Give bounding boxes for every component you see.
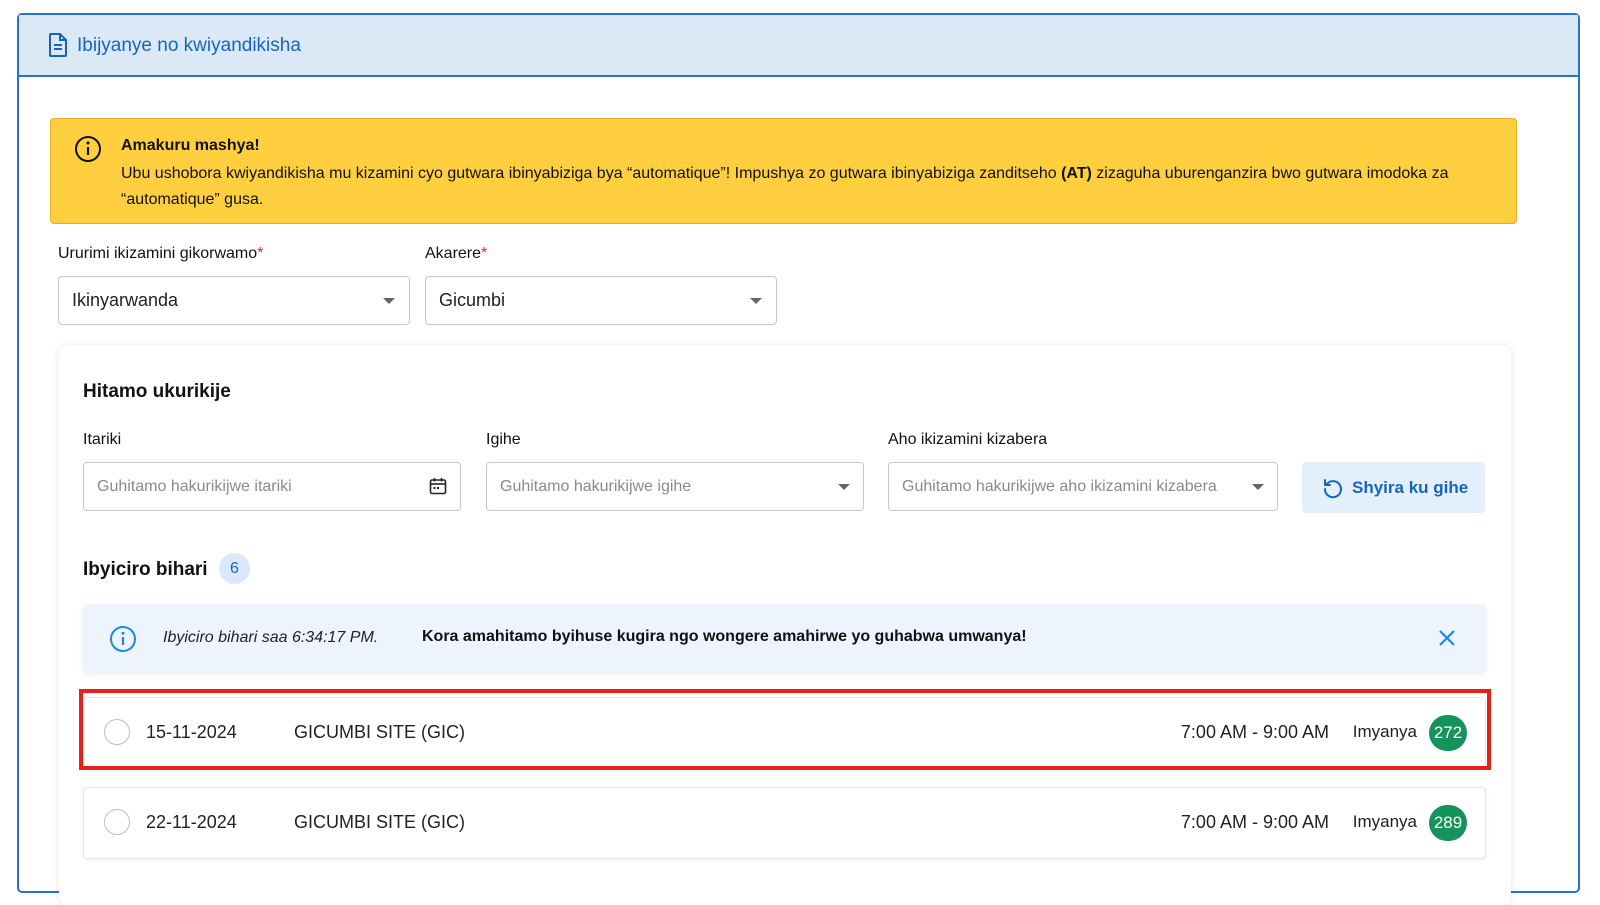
slot-radio[interactable] bbox=[104, 809, 130, 835]
alert-body: Ubu ushobora kwiyandikisha mu kizamini c… bbox=[121, 161, 1491, 213]
slot-option[interactable]: 22-11-2024 GICUMBI SITE (GIC) 7:00 AM - … bbox=[83, 787, 1486, 859]
time-filter-label: Igihe bbox=[486, 431, 521, 448]
slots-count-badge: 6 bbox=[219, 553, 250, 584]
location-filter-label: Aho ikizamini kizabera bbox=[888, 431, 1048, 448]
language-select[interactable]: Ikinyarwanda bbox=[58, 276, 410, 325]
location-filter-placeholder: Guhitamo hakurikijwe aho ikizamini kizab… bbox=[902, 478, 1217, 495]
language-value: Ikinyarwanda bbox=[72, 290, 179, 310]
slots-updated-text: Ibyiciro bihari saa 6:34:17 PM. bbox=[163, 629, 379, 646]
slot-date: 22-11-2024 bbox=[146, 812, 237, 832]
chevron-down-icon bbox=[1252, 484, 1264, 490]
reset-button[interactable]: Shyira ku gihe bbox=[1302, 462, 1485, 513]
language-label-text: Ururimi ikizamini gikorwamo bbox=[58, 245, 258, 262]
location-filter-select[interactable]: Guhitamo hakurikijwe aho ikizamini kizab… bbox=[888, 462, 1278, 511]
seats-count-badge: 289 bbox=[1429, 805, 1467, 841]
required-mark: * bbox=[257, 245, 264, 262]
slot-time: 7:00 AM - 9:00 AM bbox=[1180, 722, 1329, 742]
seats-label: Imyanya bbox=[1352, 812, 1417, 831]
alert-title: Amakuru mashya! bbox=[121, 137, 260, 154]
reset-icon bbox=[1323, 479, 1342, 499]
panel-title: Ibijyanye no kwiyandikisha bbox=[77, 35, 301, 56]
panel-header: Ibijyanye no kwiyandikisha bbox=[19, 15, 1578, 77]
required-mark: * bbox=[481, 245, 488, 262]
slots-info-alert: Ibyiciro bihari saa 6:34:17 PM. Kora ama… bbox=[83, 604, 1486, 672]
chevron-down-icon bbox=[750, 298, 762, 304]
available-slots-title: Ibyiciro bihari bbox=[83, 559, 208, 580]
seats-count-badge: 272 bbox=[1429, 715, 1467, 751]
date-filter-placeholder: Guhitamo hakurikijwe itariki bbox=[97, 478, 292, 495]
seats-label: Imyanya bbox=[1352, 722, 1417, 741]
slots-cta-text: Kora amahitamo byihuse kugira ngo wonger… bbox=[422, 628, 1027, 645]
district-select[interactable]: Gicumbi bbox=[425, 276, 777, 325]
slot-time: 7:00 AM - 9:00 AM bbox=[1180, 812, 1329, 832]
chevron-down-icon bbox=[383, 298, 395, 304]
language-label: Ururimi ikizamini gikorwamo* bbox=[58, 245, 263, 263]
filter-title: Hitamo ukurikije bbox=[83, 381, 231, 402]
reset-button-label: Shyira ku gihe bbox=[1352, 478, 1469, 497]
chevron-down-icon bbox=[838, 484, 850, 490]
slot-radio[interactable] bbox=[104, 719, 130, 745]
time-filter-placeholder: Guhitamo hakurikijwe igihe bbox=[500, 478, 692, 495]
info-icon bbox=[109, 625, 137, 658]
district-value: Gicumbi bbox=[439, 290, 506, 310]
alert-body-text: Ubu ushobora kwiyandikisha mu kizamini c… bbox=[121, 165, 1062, 182]
slot-selection-card: Hitamo ukurikije Itariki Guhitamo hakuri… bbox=[59, 345, 1511, 905]
slot-site: GICUMBI SITE (GIC) bbox=[294, 722, 465, 742]
date-filter-input[interactable]: Guhitamo hakurikijwe itariki bbox=[83, 462, 461, 511]
alert-body-highlight: (AT) bbox=[1061, 165, 1092, 182]
date-filter-label: Itariki bbox=[83, 431, 122, 448]
slot-option[interactable]: 15-11-2024 GICUMBI SITE (GIC) 7:00 AM - … bbox=[83, 697, 1486, 769]
registration-panel: Ibijyanye no kwiyandikisha Amakuru mashy… bbox=[17, 13, 1580, 905]
time-filter-select[interactable]: Guhitamo hakurikijwe igihe bbox=[486, 462, 864, 511]
slot-site: GICUMBI SITE (GIC) bbox=[294, 812, 465, 832]
info-icon bbox=[73, 134, 103, 169]
close-icon[interactable] bbox=[1438, 629, 1456, 652]
calendar-icon[interactable] bbox=[429, 477, 447, 500]
document-icon bbox=[48, 33, 68, 62]
slot-date: 15-11-2024 bbox=[146, 722, 237, 742]
new-info-alert: Amakuru mashya! Ubu ushobora kwiyandikis… bbox=[50, 118, 1517, 224]
district-label: Akarere* bbox=[425, 245, 487, 263]
district-label-text: Akarere bbox=[425, 245, 482, 262]
